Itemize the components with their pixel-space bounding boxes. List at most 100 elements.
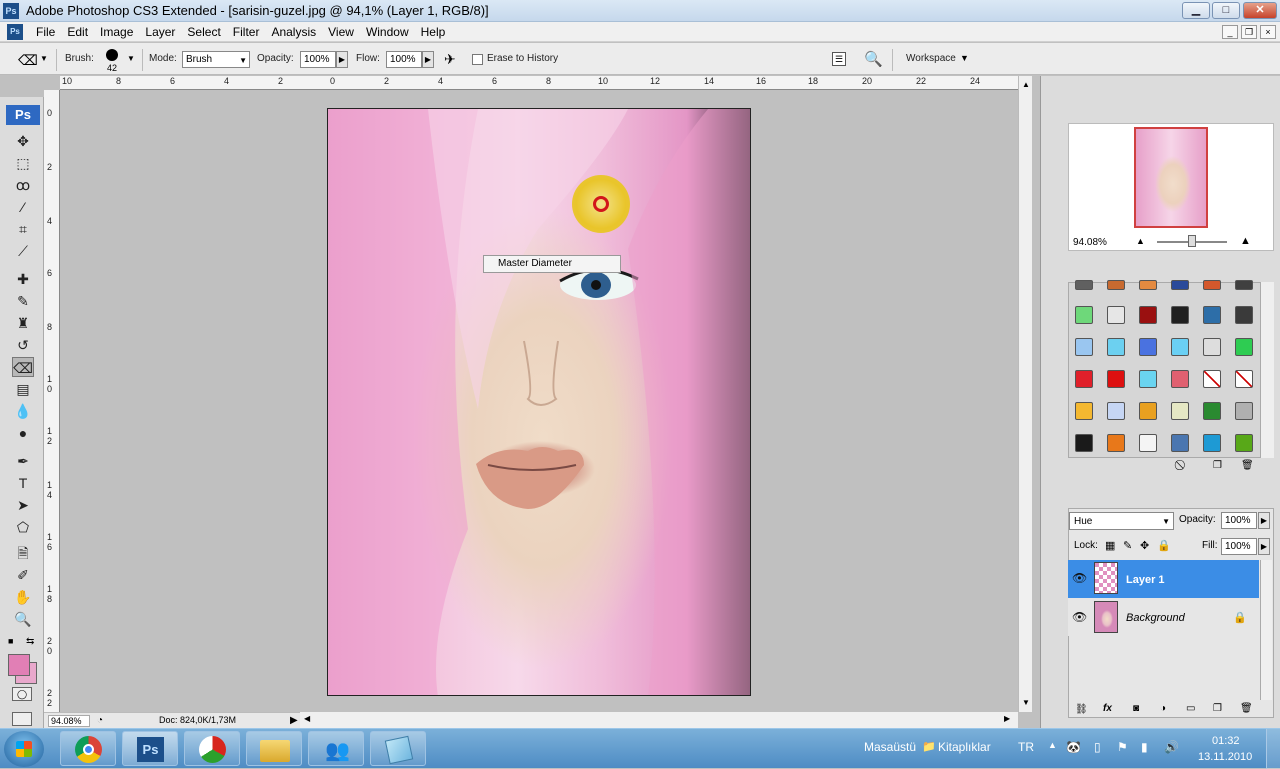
style-swatch[interactable] <box>1235 370 1253 388</box>
bridge-icon[interactable]: 🔍 <box>864 50 883 68</box>
menu-filter[interactable]: Filter <box>227 24 266 40</box>
vertical-scrollbar[interactable]: ▲ ▼ <box>1018 76 1032 712</box>
network-signal-icon[interactable]: ▮ <box>1141 740 1148 754</box>
menu-layer[interactable]: Layer <box>139 24 181 40</box>
menu-analysis[interactable]: Analysis <box>265 24 322 40</box>
style-swatch[interactable] <box>1171 434 1189 452</box>
horizontal-scrollbar[interactable]: ◀ ▶ <box>300 712 1018 728</box>
layer-name[interactable]: Background <box>1126 612 1185 624</box>
style-swatch[interactable] <box>1235 306 1253 324</box>
navigator-thumbnail[interactable] <box>1134 127 1208 228</box>
zoom-tool-icon[interactable]: 🔍 <box>12 609 34 629</box>
clock-time[interactable]: 01:32 <box>1212 735 1240 747</box>
fill-input[interactable]: 100% <box>1221 538 1257 555</box>
style-swatch[interactable] <box>1075 370 1093 388</box>
screen-mode-icon[interactable] <box>12 712 32 726</box>
brush-tool-icon[interactable]: ✎ <box>12 291 34 311</box>
style-swatch[interactable] <box>1235 434 1253 452</box>
style-swatch[interactable] <box>1139 306 1157 324</box>
opacity-arrow-icon[interactable]: ▶ <box>336 51 348 68</box>
language-indicator[interactable]: TR <box>1018 740 1034 754</box>
device-icon[interactable]: ▯ <box>1094 740 1101 754</box>
move-tool-icon[interactable]: ✥ <box>12 131 34 151</box>
doc-minimize-button[interactable]: _ <box>1222 25 1238 39</box>
scroll-left-icon[interactable]: ◀ <box>304 714 310 723</box>
default-colors-icon[interactable]: ■ <box>8 636 13 646</box>
scroll-right-icon[interactable]: ▶ <box>1004 714 1010 723</box>
new-group-icon[interactable]: ▭ <box>1186 703 1195 714</box>
pen-tool-icon[interactable]: ✒ <box>12 451 34 471</box>
layer-opacity-input[interactable]: 100% <box>1221 512 1257 529</box>
chevron-down-icon[interactable]: ▼ <box>40 54 48 63</box>
style-swatch[interactable] <box>1171 280 1189 290</box>
layers-scrollbar[interactable] <box>1260 560 1272 700</box>
menu-edit[interactable]: Edit <box>61 24 94 40</box>
brush-preview-icon[interactable] <box>106 49 118 61</box>
clock-date[interactable]: 13.11.2010 <box>1198 751 1252 763</box>
brush-dropdown-icon[interactable]: ▼ <box>127 54 135 63</box>
scroll-down-icon[interactable]: ▼ <box>1022 698 1030 707</box>
minimize-button[interactable]: ▁ <box>1182 2 1210 19</box>
zoom-in-icon[interactable]: ▲ <box>1240 235 1251 247</box>
taskbar-explorer[interactable] <box>246 731 302 766</box>
zoom-out-icon[interactable]: ▲ <box>1136 236 1145 246</box>
show-desktop-button[interactable] <box>1266 729 1280 769</box>
lock-all-icon[interactable]: 🔒 <box>1157 539 1171 552</box>
notes-tool-icon[interactable]: 🗎 <box>12 543 34 563</box>
zoom-slider-knob[interactable] <box>1188 235 1196 247</box>
eraser-preset-icon[interactable]: ⌫ <box>18 52 38 69</box>
blend-mode-select[interactable]: Hue ▼ <box>1069 512 1174 530</box>
layer-name[interactable]: Layer 1 <box>1126 574 1165 586</box>
style-swatch[interactable] <box>1107 338 1125 356</box>
path-selection-icon[interactable]: ➤ <box>12 495 34 515</box>
style-swatch[interactable] <box>1235 402 1253 420</box>
layer-style-fx-icon[interactable]: fx <box>1103 703 1112 714</box>
style-swatch[interactable] <box>1171 306 1189 324</box>
palette-well-icon[interactable]: ☰ <box>832 52 846 66</box>
style-swatch[interactable] <box>1203 306 1221 324</box>
close-button[interactable]: ✕ <box>1243 2 1277 19</box>
eraser-tool-icon[interactable]: ⌫ <box>12 357 34 377</box>
zoom-field[interactable]: 94.08% <box>48 715 90 727</box>
style-swatch[interactable] <box>1107 280 1125 290</box>
link-layers-icon[interactable]: ⛓ <box>1075 704 1088 715</box>
volume-icon[interactable]: 🔊 <box>1164 740 1179 754</box>
style-swatch[interactable] <box>1139 402 1157 420</box>
workspace-dropdown-icon[interactable]: ▼ <box>960 53 969 63</box>
desktop-toolbar[interactable]: Masaüstü <box>864 740 916 754</box>
adjustment-layer-icon[interactable]: ◑ <box>1160 703 1166 714</box>
dodge-tool-icon[interactable]: ● <box>12 423 34 443</box>
libraries-toolbar[interactable]: Kitaplıklar <box>938 740 991 754</box>
style-swatch[interactable] <box>1203 370 1221 388</box>
clone-stamp-icon[interactable]: ♜ <box>12 313 34 333</box>
swap-colors-icon[interactable]: ⇆ <box>26 636 34 647</box>
lasso-tool-icon[interactable]: ꝏ <box>12 175 34 195</box>
style-swatch[interactable] <box>1139 370 1157 388</box>
quick-mask-icon[interactable]: ◯ <box>12 687 32 701</box>
layer-opacity-arrow-icon[interactable]: ▶ <box>1258 512 1270 529</box>
history-brush-icon[interactable]: ↺ <box>12 335 34 355</box>
style-swatch[interactable] <box>1171 402 1189 420</box>
style-swatch[interactable] <box>1107 370 1125 388</box>
style-swatch[interactable] <box>1235 338 1253 356</box>
status-menu-arrow-icon[interactable]: ▶ <box>290 715 298 726</box>
scroll-up-icon[interactable]: ▲ <box>1022 80 1030 89</box>
taskbar-contacts[interactable]: 👥 <box>308 731 364 766</box>
style-swatch[interactable] <box>1139 434 1157 452</box>
style-swatch[interactable] <box>1203 402 1221 420</box>
menu-help[interactable]: Help <box>415 24 452 40</box>
type-tool-icon[interactable]: T <box>12 473 34 493</box>
style-swatch[interactable] <box>1107 434 1125 452</box>
blur-tool-icon[interactable]: 💧 <box>12 401 34 421</box>
style-swatch[interactable] <box>1203 338 1221 356</box>
navigator-zoom[interactable]: 94.08% <box>1073 237 1107 248</box>
style-swatch[interactable] <box>1075 280 1093 290</box>
healing-brush-icon[interactable]: ✚ <box>12 269 34 289</box>
menu-file[interactable]: File <box>30 24 61 40</box>
style-swatch[interactable] <box>1235 280 1253 290</box>
crop-tool-icon[interactable]: ⌗ <box>12 219 34 239</box>
style-swatch[interactable] <box>1203 280 1221 290</box>
style-swatch[interactable] <box>1075 402 1093 420</box>
taskbar-photoshop[interactable]: Ps <box>122 731 178 766</box>
style-swatch[interactable] <box>1107 306 1125 324</box>
